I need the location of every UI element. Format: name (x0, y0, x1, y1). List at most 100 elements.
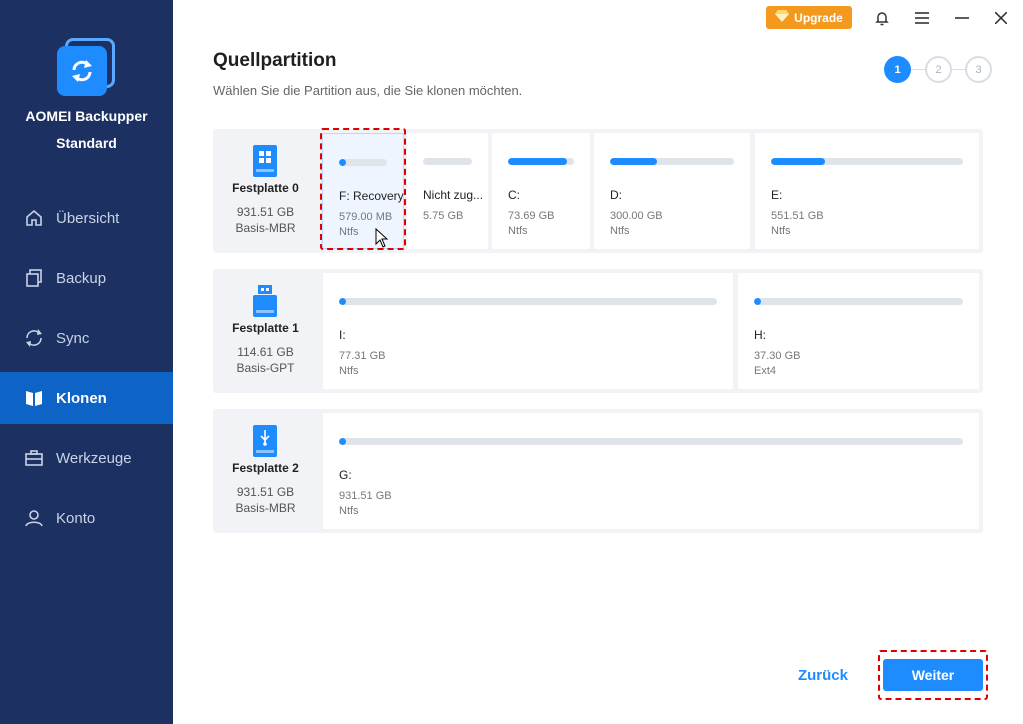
partition-filesystem: Ntfs (339, 505, 359, 517)
partition-d[interactable]: D: 300.00 GB Ntfs (594, 133, 750, 249)
diamond-icon (775, 10, 790, 25)
partition-filesystem: Ntfs (508, 225, 528, 237)
usage-bar (771, 158, 963, 165)
sidebar-item-klonen[interactable]: Klonen (0, 372, 173, 424)
backup-icon (24, 268, 44, 288)
sidebar-item-konto[interactable]: Konto (0, 492, 173, 544)
partition-label: G: (339, 468, 352, 482)
disk-row-1: Festplatte 1 114.61 GB Basis-GPT I: 77.3… (213, 269, 983, 393)
disk-row-2: Festplatte 2 931.51 GB Basis-MBR G: 931.… (213, 409, 983, 533)
home-icon (24, 208, 44, 228)
menu-icon[interactable] (911, 7, 933, 29)
partition-h[interactable]: H: 37.30 GB Ext4 (738, 273, 979, 389)
disk-type: Basis-MBR (235, 221, 296, 235)
partition-label: I: (339, 328, 346, 342)
upgrade-button[interactable]: Upgrade (766, 6, 852, 29)
toolbox-icon (24, 448, 44, 468)
step-3-indicator: 3 (965, 56, 992, 83)
sidebar-item-label: Konto (56, 509, 96, 527)
disk-size: 931.51 GB (236, 205, 295, 219)
partition-f-recovery[interactable]: F: Recovery 579.00 MB Ntfs (322, 133, 404, 249)
app-name: AOMEI Backupper (25, 108, 148, 124)
windows-disk-icon (253, 145, 277, 177)
disk-size: 931.51 GB (236, 485, 295, 499)
partition-e[interactable]: E: 551.51 GB Ntfs (755, 133, 979, 249)
disk-row-0: Festplatte 0 931.51 GB Basis-MBR F: Reco… (213, 129, 983, 253)
partition-size: 5.75 GB (423, 210, 464, 222)
usage-fill (754, 298, 761, 305)
sidebar-item-label: Klonen (56, 389, 107, 407)
partition-filesystem: Ntfs (771, 225, 791, 237)
disk-info: Festplatte 0 931.51 GB Basis-MBR (213, 129, 318, 253)
partition-label: F: Recovery (339, 189, 404, 203)
disk-name: Festplatte 1 (232, 321, 299, 335)
app-logo-icon (57, 38, 115, 96)
partition-filesystem: Ntfs (339, 365, 359, 377)
page-subtitle: Wählen Sie die Partition aus, die Sie kl… (213, 83, 523, 98)
partition-label: D: (610, 188, 622, 202)
usb-disk-icon (253, 285, 277, 317)
back-button[interactable]: Zurück (790, 662, 856, 688)
minimize-icon[interactable] (951, 7, 973, 29)
usage-bar (423, 158, 472, 165)
step-1-indicator: 1 (884, 56, 911, 83)
page-title: Quellpartition (213, 50, 337, 71)
bell-icon[interactable] (871, 7, 893, 29)
partition-c[interactable]: C: 73.69 GB Ntfs (492, 133, 590, 249)
sidebar-item-label: Sync (56, 329, 90, 347)
partition-label: E: (771, 188, 783, 202)
usage-fill (610, 158, 658, 165)
partition-size: 931.51 GB (339, 490, 392, 502)
usage-bar (339, 438, 963, 445)
partition-i[interactable]: I: 77.31 GB Ntfs (323, 273, 733, 389)
partition-filesystem: Ext4 (754, 365, 777, 377)
partition-label: H: (754, 328, 766, 342)
partition-size: 77.31 GB (339, 350, 386, 362)
usage-fill (508, 158, 568, 165)
sync-icon (24, 328, 44, 348)
usage-fill (339, 298, 346, 305)
step-2-indicator: 2 (925, 56, 952, 83)
partition-g[interactable]: G: 931.51 GB Ntfs (323, 413, 979, 529)
disk-type: Basis-MBR (235, 501, 296, 515)
disk-info: Festplatte 2 931.51 GB Basis-MBR (213, 409, 318, 533)
sidebar: AOMEI Backupper Standard Übersicht Backu… (0, 0, 173, 724)
sidebar-item-sync[interactable]: Sync (0, 312, 173, 364)
disk-type: Basis-GPT (236, 361, 295, 375)
disk-name: Festplatte 2 (232, 461, 299, 475)
sidebar-item-werkzeuge[interactable]: Werkzeuge (0, 432, 173, 484)
partition-filesystem: Ntfs (339, 226, 359, 238)
partition-label: Nicht zug... (423, 188, 484, 202)
usage-bar (508, 158, 574, 165)
step-connector (952, 69, 965, 70)
usage-bar (339, 159, 387, 166)
sidebar-item-label: Werkzeuge (56, 449, 132, 467)
partition-label: C: (508, 188, 520, 202)
partition-size: 551.51 GB (771, 210, 824, 222)
usage-fill (771, 158, 825, 165)
disk-info: Festplatte 1 114.61 GB Basis-GPT (213, 269, 318, 393)
sidebar-item-label: Backup (56, 269, 107, 287)
sidebar-item-uebersicht[interactable]: Übersicht (0, 192, 173, 244)
partition-filesystem: Ntfs (610, 225, 630, 237)
disk-name: Festplatte 0 (232, 181, 299, 195)
clone-icon (24, 388, 44, 408)
usage-fill (339, 159, 346, 166)
app-edition: Standard (56, 135, 117, 151)
sidebar-item-backup[interactable]: Backup (0, 252, 173, 304)
disk-size: 114.61 GB (237, 345, 294, 359)
user-icon (24, 508, 44, 528)
partition-size: 579.00 MB (339, 211, 393, 223)
partition-size: 73.69 GB (508, 210, 555, 222)
usage-bar (610, 158, 734, 165)
close-icon[interactable] (990, 7, 1012, 29)
partition-unallocated[interactable]: Nicht zug... 5.75 GB (407, 133, 488, 249)
usb-disk-icon (253, 425, 277, 457)
usage-bar (754, 298, 963, 305)
step-connector (911, 69, 925, 70)
usage-bar (339, 298, 717, 305)
next-button[interactable]: Weiter (883, 659, 983, 691)
partition-size: 37.30 GB (754, 350, 801, 362)
usage-fill (339, 438, 346, 445)
partition-size: 300.00 GB (610, 210, 663, 222)
